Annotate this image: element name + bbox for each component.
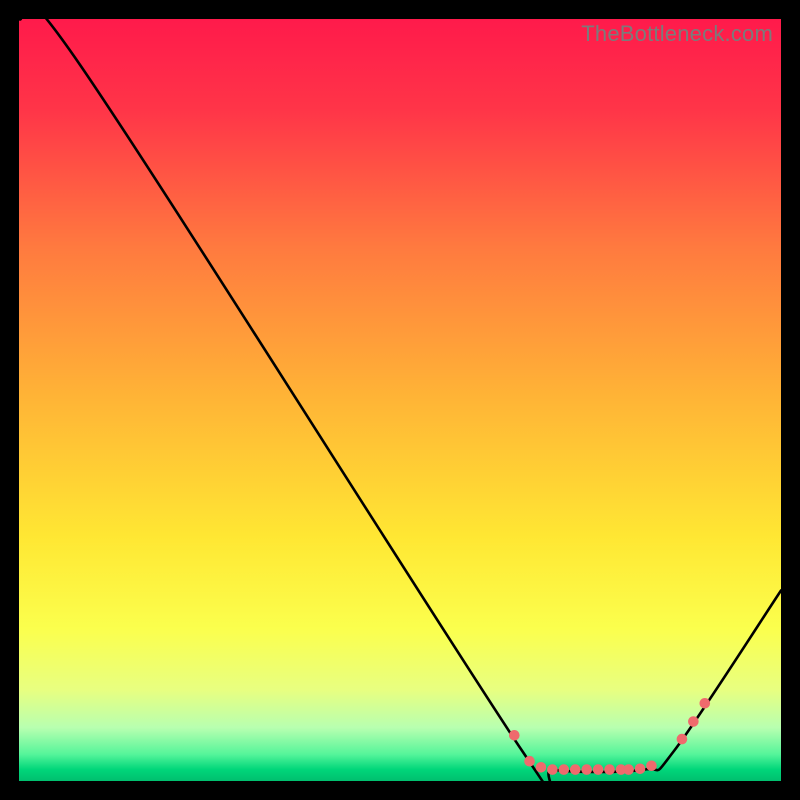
highlight-dot xyxy=(604,764,615,775)
highlight-dot xyxy=(559,764,570,775)
highlight-dot xyxy=(547,764,558,775)
gradient-background xyxy=(19,19,781,781)
highlight-dot xyxy=(623,764,634,775)
highlight-dot xyxy=(646,760,657,771)
highlight-dot xyxy=(635,764,646,775)
chart-frame: TheBottleneck.com xyxy=(19,19,781,781)
highlight-dot xyxy=(524,756,535,767)
highlight-dot xyxy=(677,734,688,745)
highlight-dot xyxy=(593,764,604,775)
highlight-dot xyxy=(509,730,520,741)
watermark-label: TheBottleneck.com xyxy=(581,21,773,47)
highlight-dot xyxy=(570,764,581,775)
bottleneck-chart xyxy=(19,19,781,781)
highlight-dot xyxy=(700,698,711,709)
highlight-dot xyxy=(688,716,699,727)
highlight-dot xyxy=(581,764,592,775)
highlight-dot xyxy=(536,762,547,773)
